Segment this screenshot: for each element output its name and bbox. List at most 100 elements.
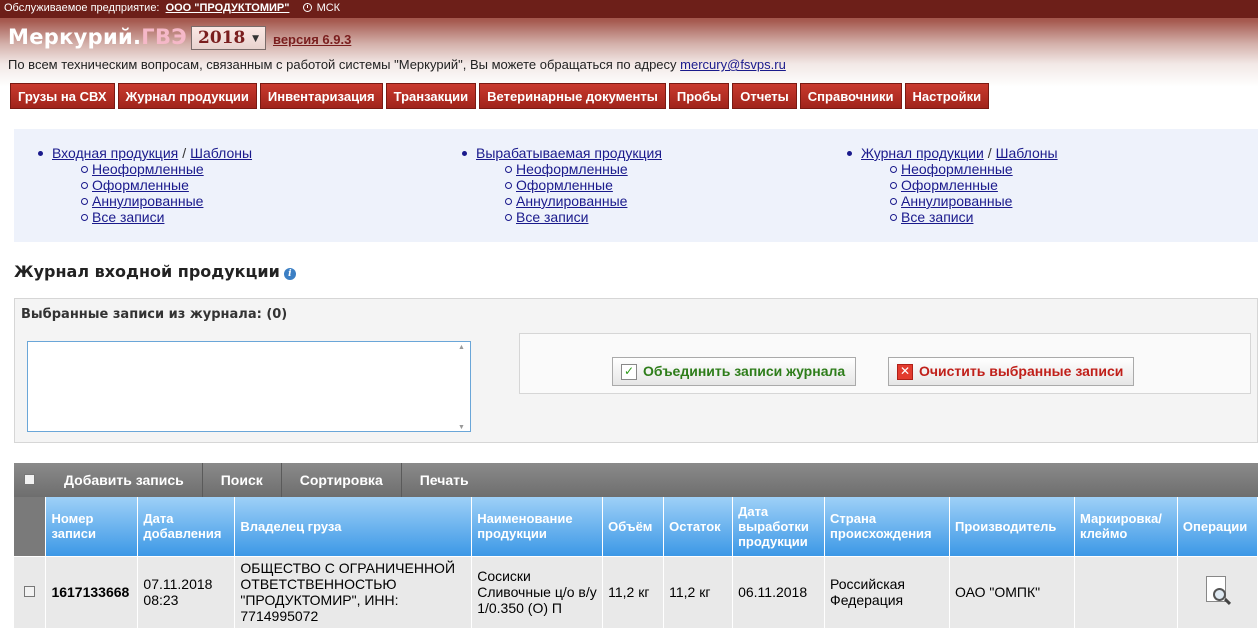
cell-volume: 11,2 кг (602, 555, 665, 628)
scroll-down-icon[interactable]: ▼ (458, 424, 465, 431)
add-record-button[interactable]: Добавить запись (46, 463, 203, 497)
cell-product: Сосиски Сливочные ц/о в/у 1/0.350 (О) П (471, 555, 604, 628)
produced-products-link[interactable]: Вырабатываемая продукция (476, 145, 662, 161)
produced-registered-link[interactable]: Оформленные (516, 177, 613, 193)
timezone-label: МСК (316, 2, 341, 14)
cell-remainder: 11,2 кг (663, 555, 734, 628)
cell-ops (1177, 555, 1258, 628)
produced-all-link[interactable]: Все записи (516, 209, 588, 225)
info-icon[interactable]: i (283, 268, 296, 280)
nav-product-journal[interactable]: Журнал продукции (117, 83, 257, 109)
produced-sublist: Неоформленные Оформленные Аннулированные… (454, 161, 662, 225)
cell-owner: ОБЩЕСТВО С ОГРАНИЧЕННОЙ ОТВЕТСТВЕННОСТЬЮ… (234, 555, 473, 628)
produced-cancelled-link[interactable]: Аннулированные (516, 193, 627, 209)
header-remainder[interactable]: Остаток (663, 497, 734, 556)
journal-registered-link[interactable]: Оформленные (901, 177, 998, 193)
selected-records-textarea[interactable]: ▲ ▼ (27, 341, 471, 432)
clear-selected-button[interactable]: ✕ Очистить выбранные записи (888, 357, 1135, 386)
selected-records-box: Выбранные записи из журнала: (0) ▲ ▼ ✓ О… (14, 298, 1258, 443)
merge-records-label: Объединить записи журнала (643, 363, 846, 379)
nav-inventory[interactable]: Инвентаризация (259, 83, 383, 109)
clear-x-icon: ✕ (897, 364, 913, 380)
incoming-all-link[interactable]: Все записи (92, 209, 164, 225)
app-header: Обслуживаемое предприятие: ООО "ПРОДУКТО… (0, 0, 1258, 116)
page-title: Журнал входной продукции i (14, 262, 296, 281)
cell-added: 07.11.2018 08:23 (137, 555, 236, 628)
enterprise-bar: Обслуживаемое предприятие: ООО "ПРОДУКТО… (0, 0, 1258, 18)
cell-production-date: 06.11.2018 (732, 555, 826, 628)
header-production-date[interactable]: Дата выработки продукции (732, 497, 826, 556)
textarea-scrollbar[interactable]: ▲ ▼ (456, 344, 468, 431)
journal-all-link[interactable]: Все записи (901, 209, 973, 225)
submenu-produced: Вырабатываемая продукция Неоформленные О… (454, 145, 662, 225)
produced-unregistered-link[interactable]: Неоформленные (516, 161, 628, 177)
app-logo: Меркурий.ГВЭ (8, 25, 187, 49)
journal-cancelled-link[interactable]: Аннулированные (901, 193, 1012, 209)
incoming-cancelled-link[interactable]: Аннулированные (92, 193, 203, 209)
selected-records-label: Выбранные записи из журнала: (0) (21, 307, 288, 322)
journal-products-link[interactable]: Журнал продукции (861, 145, 984, 161)
header-product[interactable]: Наименование продукции (471, 497, 604, 556)
submenu-panel: Входная продукция / Шаблоны Неоформленные … (14, 129, 1258, 242)
nav-samples[interactable]: Пробы (668, 83, 730, 109)
journal-sublist: Неоформленные Оформленные Аннулированные… (839, 161, 1058, 225)
submenu-incoming: Входная продукция / Шаблоны Неоформленные … (30, 145, 252, 225)
print-button[interactable]: Печать (402, 463, 487, 497)
scroll-up-icon[interactable]: ▲ (458, 344, 465, 351)
submenu-journal: Журнал продукции / Шаблоны Неоформленные О… (839, 145, 1058, 225)
cell-marking (1074, 555, 1178, 628)
enterprise-label: Обслуживаемое предприятие: (4, 2, 160, 14)
version-link[interactable]: версия 6.9.3 (273, 32, 351, 47)
main-nav: Грузы на СВХ Журнал продукции Инвентариз… (10, 83, 992, 109)
nav-references[interactable]: Справочники (799, 83, 902, 109)
nav-cargo-svh[interactable]: Грузы на СВХ (10, 83, 115, 109)
header-volume[interactable]: Объём (602, 497, 665, 556)
incoming-registered-link[interactable]: Оформленные (92, 177, 189, 193)
header-ops: Операции (1177, 497, 1258, 556)
clear-selected-label: Очистить выбранные записи (919, 363, 1124, 379)
logo-main: Меркурий. (8, 25, 142, 49)
view-record-icon[interactable] (1204, 575, 1232, 606)
support-text: По всем техническим вопросам, связанным … (8, 57, 677, 72)
header-producer[interactable]: Производитель (949, 497, 1075, 556)
incoming-sublist: Неоформленные Оформленные Аннулированные… (30, 161, 252, 225)
sort-button[interactable]: Сортировка (282, 463, 402, 497)
cell-number: 1617133668 (45, 555, 139, 628)
merge-check-icon: ✓ (621, 364, 637, 380)
nav-vet-documents[interactable]: Ветеринарные документы (479, 83, 666, 109)
incoming-templates-link[interactable]: Шаблоны (190, 145, 252, 161)
table-row[interactable]: 1617133668 07.11.2018 08:23 ОБЩЕСТВО С О… (14, 555, 1258, 628)
nav-reports[interactable]: Отчеты (732, 83, 797, 109)
header-owner[interactable]: Владелец груза (234, 497, 473, 556)
table-header-row: Номер записи Дата добавления Владелец гр… (14, 497, 1258, 556)
row-checkbox[interactable] (24, 586, 36, 598)
journal-templates-link[interactable]: Шаблоны (996, 145, 1058, 161)
header-country[interactable]: Страна происхождения (824, 497, 950, 556)
header-checkbox-cell (14, 497, 47, 556)
cell-producer: ОАО "ОМПК" (949, 555, 1075, 628)
clock-icon (302, 3, 312, 12)
year-value: 2018 (198, 28, 246, 48)
header-number[interactable]: Номер записи (45, 497, 139, 556)
grid-toolbar: Добавить запись Поиск Сортировка Печать (14, 463, 1258, 497)
cell-country: Российская Федерация (824, 555, 950, 628)
selected-actions-panel: ✓ Объединить записи журнала ✕ Очистить в… (519, 333, 1251, 394)
page-title-text: Журнал входной продукции (14, 262, 280, 281)
journal-unregistered-link[interactable]: Неоформленные (901, 161, 1013, 177)
support-email-link[interactable]: mercury@fsvps.ru (680, 57, 786, 72)
select-all-checkbox[interactable] (24, 474, 35, 485)
merge-records-button[interactable]: ✓ Объединить записи журнала (612, 357, 857, 386)
timezone: МСК (302, 2, 341, 14)
year-select[interactable]: 2018 ▼ (191, 26, 266, 50)
incoming-unregistered-link[interactable]: Неоформленные (92, 161, 204, 177)
nav-settings[interactable]: Настройки (904, 83, 990, 109)
nav-transactions[interactable]: Транзакции (385, 83, 477, 109)
header-marking[interactable]: Маркировка/ клеймо (1074, 497, 1178, 556)
support-notice: По всем техническим вопросам, связанным … (8, 57, 786, 72)
logo-suffix: ГВЭ (141, 25, 187, 49)
enterprise-link[interactable]: ООО "ПРОДУКТОМИР" (166, 2, 290, 14)
header-added[interactable]: Дата добавления (137, 497, 236, 556)
incoming-products-link[interactable]: Входная продукция (52, 145, 178, 161)
journal-table: Номер записи Дата добавления Владелец гр… (14, 497, 1258, 628)
search-button[interactable]: Поиск (203, 463, 282, 497)
